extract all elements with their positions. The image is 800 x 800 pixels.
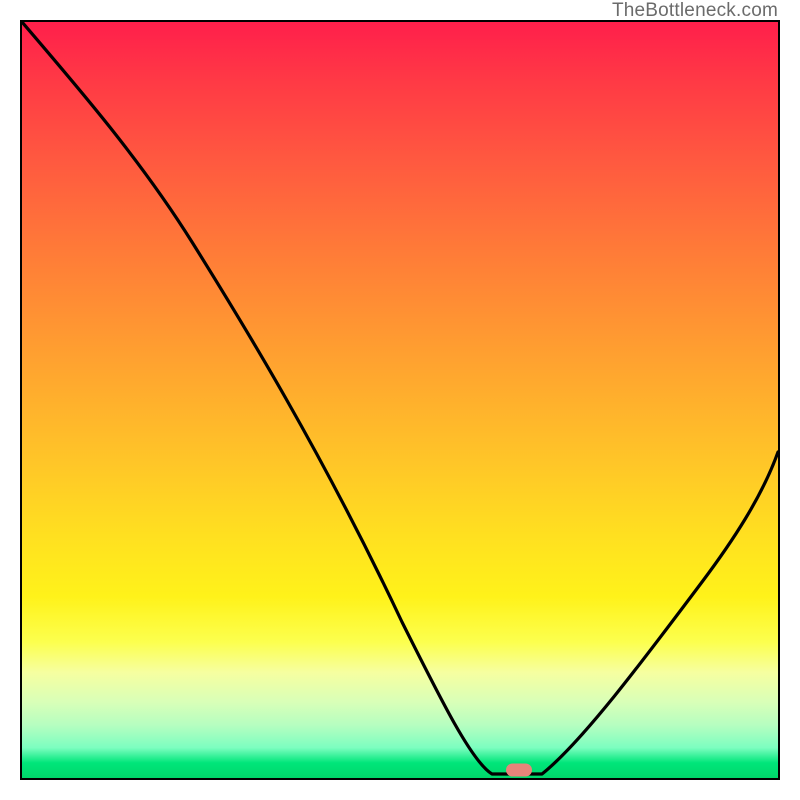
- plot-area: [20, 20, 780, 780]
- watermark-text: TheBottleneck.com: [612, 0, 778, 22]
- optimum-marker: [506, 764, 532, 777]
- bottleneck-curve-path: [22, 22, 778, 774]
- chart-container: TheBottleneck.com: [0, 0, 800, 800]
- curve-svg: [22, 22, 778, 778]
